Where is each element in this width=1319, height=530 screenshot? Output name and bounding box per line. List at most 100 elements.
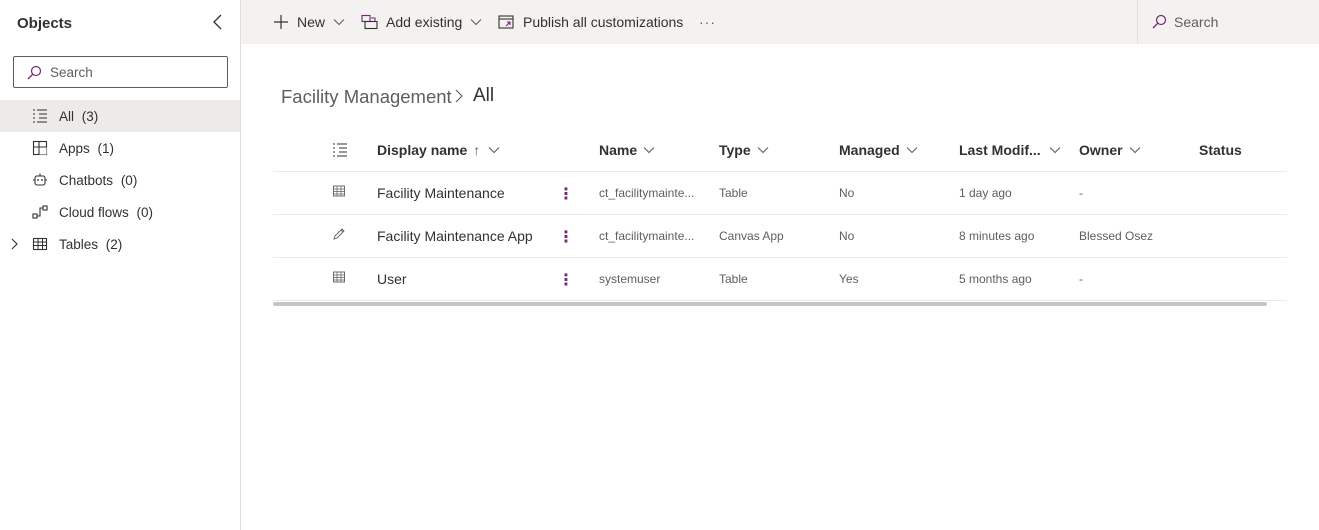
- command-search-input[interactable]: Search: [1137, 0, 1319, 44]
- more-commands-button[interactable]: ···: [699, 0, 716, 44]
- sidebar-item-label: Cloud flows: [59, 205, 129, 220]
- type-cell: Table: [719, 186, 748, 200]
- table-row[interactable]: Facility Maintenance App ⋮ ct_facilityma…: [273, 215, 1287, 258]
- chevron-down-icon: [333, 19, 345, 26]
- managed-cell: Yes: [839, 272, 859, 286]
- sidebar-item-label: Tables: [59, 237, 99, 252]
- more-icon: ···: [699, 14, 716, 30]
- table-icon: [333, 271, 345, 283]
- objects-sidebar: Objects Search All (3) Apps (1) Chatbots…: [0, 0, 241, 530]
- add-existing-button[interactable]: Add existing: [361, 0, 482, 44]
- chevron-down-icon: [643, 147, 655, 154]
- publish-all-label: Publish all customizations: [523, 14, 684, 30]
- chevron-down-icon: [1049, 147, 1061, 154]
- managed-cell: No: [839, 229, 855, 243]
- list-icon: [33, 109, 47, 123]
- search-icon: [1152, 14, 1167, 29]
- list-icon[interactable]: [332, 142, 348, 158]
- vertical-ellipsis-icon: ⋮: [558, 272, 574, 289]
- add-existing-label: Add existing: [386, 14, 463, 30]
- managed-cell: No: [839, 186, 855, 200]
- apps-icon: [32, 140, 48, 156]
- last-modified-cell: 5 months ago: [959, 272, 1032, 286]
- table-row[interactable]: User ⋮ systemuser Table Yes 5 months ago…: [273, 258, 1287, 301]
- sidebar-search-placeholder: Search: [50, 65, 93, 80]
- type-cell: Canvas App: [719, 229, 784, 243]
- sidebar-item-count: (0): [120, 173, 138, 188]
- plus-icon: [274, 15, 288, 29]
- table-header: Display name ↑ Name Type Managed Last Mo…: [273, 128, 1287, 172]
- column-header-display-name[interactable]: Display name ↑: [377, 142, 500, 158]
- chevron-right-icon: [455, 89, 463, 103]
- column-label: Owner: [1079, 142, 1123, 158]
- owner-cell: -: [1079, 186, 1083, 200]
- column-header-managed[interactable]: Managed: [839, 142, 918, 158]
- column-label: Display name: [377, 142, 468, 158]
- display-name-cell[interactable]: Facility Maintenance App: [377, 228, 533, 244]
- display-name-cell[interactable]: User: [377, 271, 407, 287]
- last-modified-cell: 1 day ago: [959, 186, 1012, 200]
- name-cell: ct_facilitymainte...: [599, 229, 695, 243]
- app-window: Objects Search All (3) Apps (1) Chatbots…: [0, 0, 1319, 530]
- table-row[interactable]: Facility Maintenance ⋮ ct_facilitymainte…: [273, 172, 1287, 215]
- more-actions-button[interactable]: ⋮: [558, 270, 574, 289]
- bot-icon: [33, 173, 47, 186]
- sidebar-item-chatbots[interactable]: Chatbots (0): [0, 164, 240, 196]
- column-header-owner[interactable]: Owner: [1079, 142, 1141, 158]
- add-existing-icon: [361, 14, 378, 30]
- sidebar-item-count: (1): [97, 141, 115, 156]
- command-bar: New Add existing Publish all customizati…: [241, 0, 1319, 44]
- table-icon: [333, 185, 345, 197]
- column-header-status[interactable]: Status: [1199, 142, 1242, 158]
- owner-cell: Blessed Osez: [1079, 229, 1154, 243]
- flow-icon: [32, 205, 48, 219]
- publish-all-button[interactable]: Publish all customizations: [498, 0, 683, 44]
- column-header-name[interactable]: Name: [599, 142, 655, 158]
- column-header-type[interactable]: Type: [719, 142, 769, 158]
- chevron-right-icon[interactable]: [8, 237, 20, 251]
- pencil-icon: [333, 228, 345, 240]
- vertical-ellipsis-icon: ⋮: [558, 229, 574, 246]
- sidebar-item-all[interactable]: All (3): [0, 100, 240, 132]
- display-name-cell[interactable]: Facility Maintenance: [377, 185, 505, 201]
- column-header-last-modified[interactable]: Last Modif...: [959, 142, 1061, 158]
- sidebar-item-label: Apps: [59, 141, 90, 156]
- publish-icon: [498, 15, 514, 29]
- more-actions-button[interactable]: ⋮: [558, 184, 574, 203]
- column-label: Name: [599, 142, 638, 158]
- breadcrumb-parent[interactable]: Facility Management: [281, 86, 452, 108]
- search-icon: [27, 65, 42, 80]
- chevron-down-icon: [1129, 147, 1140, 154]
- new-button-label: New: [297, 14, 326, 30]
- sidebar-item-count: (0): [136, 205, 154, 220]
- vertical-ellipsis-icon: ⋮: [558, 186, 574, 203]
- new-button[interactable]: New: [273, 0, 345, 44]
- chevron-down-icon: [488, 147, 500, 154]
- chevron-down-icon: [470, 19, 482, 26]
- column-label: Type: [719, 142, 751, 158]
- sidebar-item-count: (3): [81, 109, 99, 124]
- sidebar-item-cloud-flows[interactable]: Cloud flows (0): [0, 196, 240, 228]
- breadcrumb-current: All: [473, 85, 495, 106]
- chevron-down-icon: [906, 147, 918, 154]
- sort-ascending-icon: ↑: [473, 142, 481, 158]
- column-label: Status: [1199, 142, 1242, 158]
- sidebar-search-input[interactable]: Search: [13, 56, 228, 88]
- sidebar-item-label: All: [59, 109, 75, 124]
- table-icon: [32, 237, 48, 251]
- sidebar-item-label: Chatbots: [59, 173, 114, 188]
- sidebar-item-apps[interactable]: Apps (1): [0, 132, 240, 164]
- name-cell: systemuser: [599, 272, 661, 286]
- more-actions-button[interactable]: ⋮: [558, 227, 574, 246]
- last-modified-cell: 8 minutes ago: [959, 229, 1035, 243]
- chevron-down-icon: [757, 147, 769, 154]
- column-label: Managed: [839, 142, 900, 158]
- horizontal-scrollbar[interactable]: [273, 302, 1267, 306]
- type-cell: Table: [719, 272, 748, 286]
- sidebar-item-count: (2): [105, 237, 123, 252]
- sidebar-title: Objects: [17, 15, 73, 32]
- column-label: Last Modif...: [959, 142, 1041, 158]
- sidebar-item-tables[interactable]: Tables (2): [0, 228, 240, 260]
- command-search-placeholder: Search: [1174, 14, 1219, 30]
- chevron-left-icon[interactable]: [210, 12, 226, 32]
